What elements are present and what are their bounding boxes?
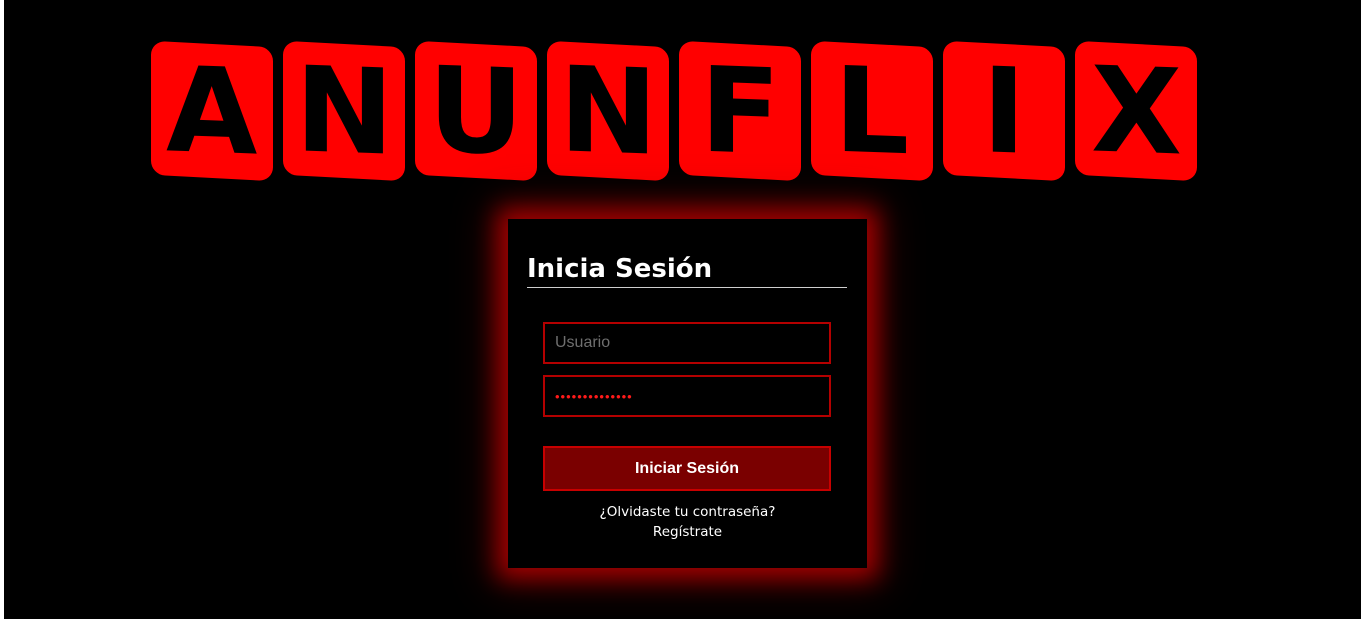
logo-letter: N: [294, 40, 394, 182]
logo-letter: U: [428, 40, 524, 182]
logo-tile: X: [1075, 40, 1197, 182]
forgot-password-link[interactable]: ¿Olvidaste tu contraseña?: [508, 503, 867, 521]
logo-letter: F: [699, 40, 781, 182]
register-link[interactable]: Regístrate: [508, 523, 867, 541]
username-input[interactable]: [543, 322, 831, 364]
logo-tile: F: [679, 41, 801, 181]
login-button[interactable]: Iniciar Sesión: [543, 446, 831, 491]
logo-tile: A: [151, 40, 273, 182]
logo-tile: U: [415, 40, 537, 182]
logo-tile: L: [811, 41, 933, 181]
logo-letter: L: [834, 40, 910, 182]
logo-letter: A: [166, 40, 258, 182]
logo-letter: X: [1090, 40, 1182, 182]
logo-letter: I: [982, 41, 1026, 181]
logo-tile: I: [943, 40, 1065, 182]
logo-letter: N: [558, 40, 658, 182]
login-title: Inicia Sesión: [527, 253, 847, 288]
logo-tile: N: [283, 40, 405, 182]
login-card: Inicia Sesión Iniciar Sesión ¿Olvidaste …: [508, 219, 867, 568]
anunflix-logo: A N U N F L I X: [147, 40, 1207, 190]
password-input[interactable]: [543, 375, 831, 417]
logo-tile: N: [547, 40, 669, 182]
page-background: A N U N F L I X Inicia Sesión Iniciar Se…: [4, 0, 1361, 619]
